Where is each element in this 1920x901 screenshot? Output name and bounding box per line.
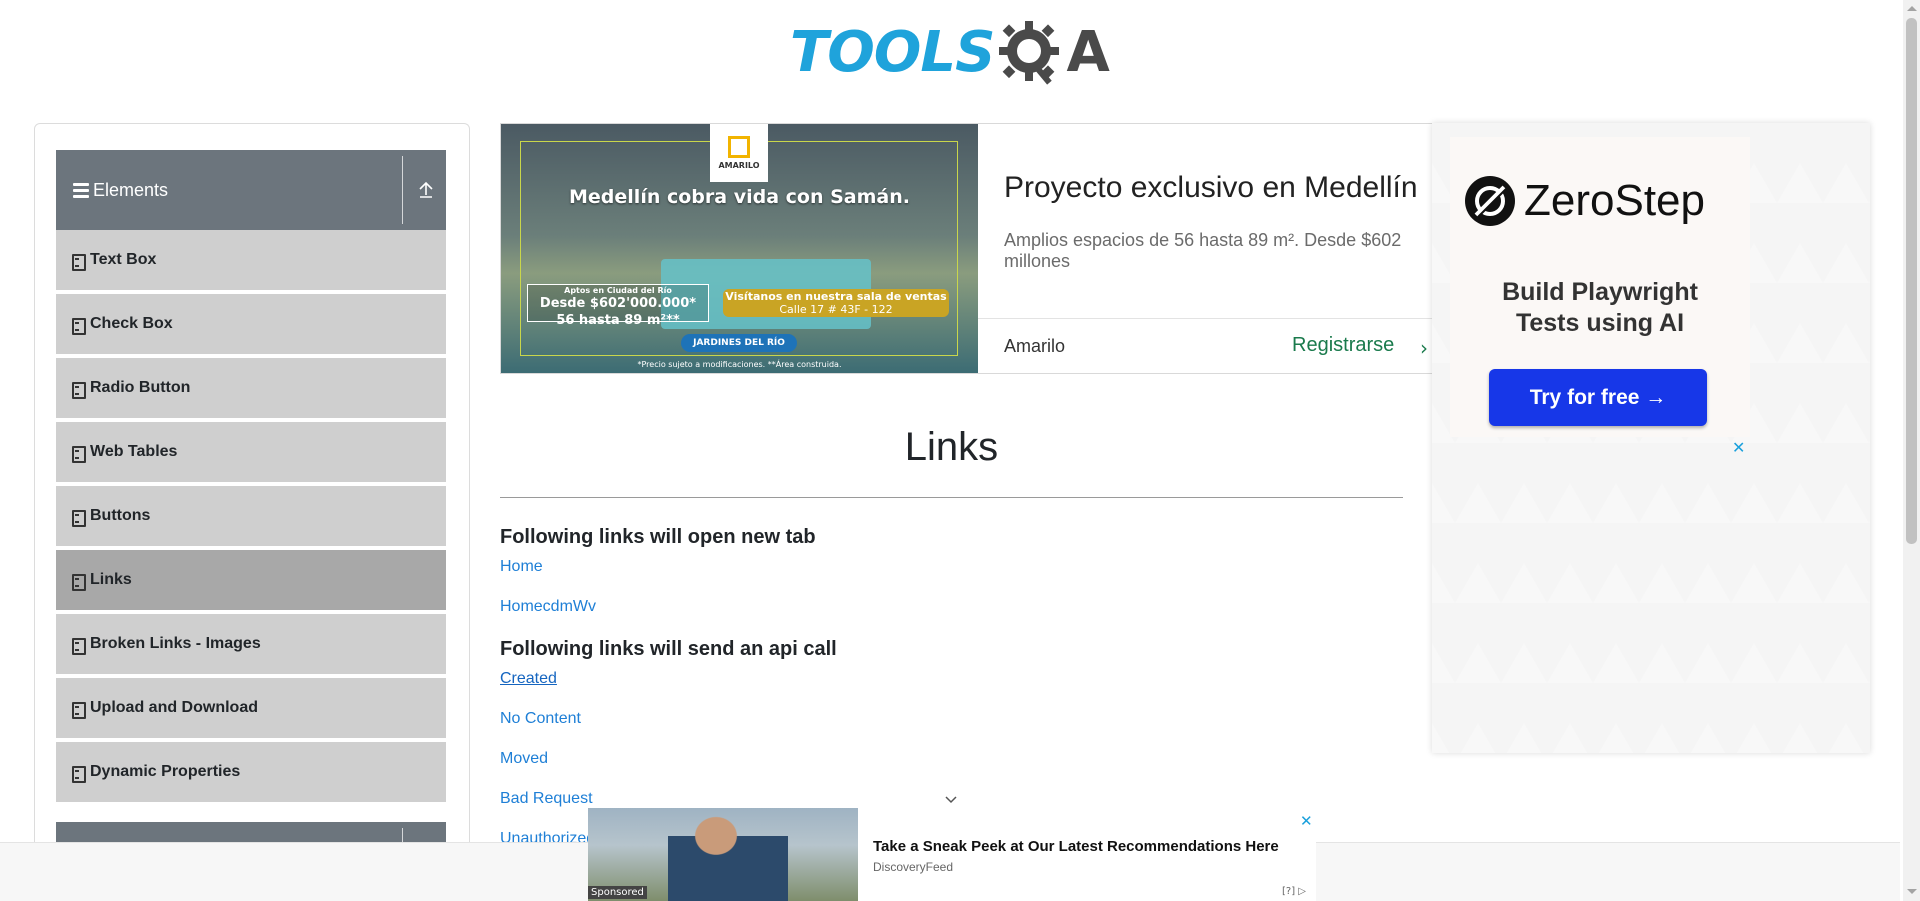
- link-created[interactable]: Created: [500, 670, 557, 688]
- ad-info-icon[interactable]: [?] ▷: [1282, 886, 1306, 897]
- banner-ad-title[interactable]: Proyecto exclusivo en Medellín: [1004, 171, 1418, 205]
- banner-headline: Medellín cobra vida con Samán.: [569, 186, 910, 208]
- visit-box: Visítanos en nuestra sala de ventas Call…: [723, 289, 949, 317]
- zerostep-tagline-line1: Build Playwright: [1502, 278, 1698, 306]
- zerostep-logo: ZeroStep: [1464, 175, 1705, 227]
- link-no-content[interactable]: No Content: [500, 710, 581, 728]
- sponsored-label: Sponsored: [588, 886, 647, 899]
- sidebar-item-label: Radio Button: [90, 379, 191, 396]
- sidebar-item-upload-download[interactable]: Upload and Download: [56, 678, 446, 740]
- amarilo-logo: AMARILO: [710, 124, 768, 182]
- sidebar-item-label: Links: [90, 571, 132, 588]
- html5-icon: [72, 317, 86, 335]
- sidebar-item-check-box[interactable]: Check Box: [56, 294, 446, 356]
- page-root: TOOLS A Elements Text Box Check Box Radi…: [0, 0, 1920, 901]
- title-divider: [500, 497, 1403, 498]
- zerostep-tagline-line2: Tests using AI: [1515, 309, 1685, 337]
- html5-icon: [72, 573, 86, 591]
- left-panel: Elements Text Box Check Box Radio Button…: [34, 123, 470, 901]
- chevron-right-icon[interactable]: ›: [1420, 336, 1428, 360]
- logo-letter-a: A: [1066, 19, 1110, 85]
- chevron-down-icon[interactable]: [944, 793, 958, 807]
- ad-info-label: [?]: [1282, 886, 1296, 897]
- logo-text: TOOLS: [790, 19, 995, 85]
- html5-icon: [72, 765, 86, 783]
- html5-icon: [72, 637, 86, 655]
- sidebar-item-label: Broken Links - Images: [90, 635, 261, 652]
- zerostep-logo-icon: [1465, 176, 1515, 226]
- html5-icon: [72, 253, 86, 271]
- ad-thumbnail[interactable]: Sponsored: [588, 808, 858, 901]
- jardines-pill: JARDINES DEL RÍO: [681, 334, 797, 352]
- sidebar-item-label: Check Box: [90, 315, 173, 332]
- sidebar-item-dynamic-properties[interactable]: Dynamic Properties: [56, 742, 446, 804]
- amarilo-logo-mark: [728, 136, 750, 158]
- section-heading-api-call: Following links will send an api call: [500, 638, 837, 660]
- hiker-graphic: [668, 808, 788, 901]
- banner-divider: [978, 318, 1436, 319]
- close-icon[interactable]: ✕: [1300, 812, 1313, 830]
- zerostep-tagline: Build Playwright Tests using AI: [1450, 277, 1750, 339]
- sidebar-item-label: Web Tables: [90, 443, 178, 460]
- right-sidebar-ad[interactable]: ZeroStep Build Playwright Tests using AI…: [1432, 123, 1870, 753]
- price-box-caption: Aptos en Ciudad del Río: [564, 286, 672, 295]
- close-icon[interactable]: ✕: [1732, 440, 1746, 456]
- link-bad-request[interactable]: Bad Request: [500, 790, 593, 808]
- ad-headline[interactable]: Take a Sneak Peek at Our Latest Recommen…: [873, 838, 1279, 855]
- sidebar-item-label: Buttons: [90, 507, 151, 524]
- sidebar-item-links[interactable]: Links: [56, 550, 446, 612]
- banner-ad-description: Amplios espacios de 56 hasta 89 m². Desd…: [1004, 230, 1402, 271]
- sidebar-item-label: Dynamic Properties: [90, 763, 241, 780]
- scroll-down-arrow-icon[interactable]: [1907, 889, 1917, 894]
- section-heading-new-tab: Following links will open new tab: [500, 526, 816, 548]
- sidebar-item-radio-button[interactable]: Radio Button: [56, 358, 446, 420]
- visit-box-line2: Calle 17 # 43F - 122: [779, 303, 893, 316]
- group-title: Elements: [93, 179, 169, 200]
- header-divider: [402, 156, 403, 224]
- try-for-free-button[interactable]: Try for free →: [1489, 369, 1707, 426]
- html5-icon: [72, 381, 86, 399]
- visit-box-line1: Visítanos en nuestra sala de ventas: [725, 290, 947, 303]
- zerostep-card[interactable]: ZeroStep Build Playwright Tests using AI…: [1450, 137, 1750, 437]
- link-home[interactable]: Home: [500, 558, 543, 576]
- price-box-line1: Desde $602'000.000*: [539, 296, 697, 311]
- bottom-sticky-ad[interactable]: Sponsored Take a Sneak Peek at Our Lates…: [588, 808, 1316, 901]
- sidebar-item-label: Upload and Download: [90, 699, 258, 716]
- banner-ad[interactable]: AMARILO Medellín cobra vida con Samán. A…: [500, 123, 1436, 374]
- banner-ad-image[interactable]: AMARILO Medellín cobra vida con Samán. A…: [501, 124, 978, 373]
- collapse-arrow-icon[interactable]: [416, 180, 436, 200]
- zerostep-brand: ZeroStep: [1524, 176, 1705, 225]
- register-link[interactable]: Registrarse: [1292, 334, 1394, 357]
- group-header-elements[interactable]: Elements: [56, 150, 446, 230]
- scroll-up-arrow-icon[interactable]: [1907, 6, 1917, 11]
- page-scrollbar[interactable]: [1903, 0, 1920, 901]
- scrollbar-thumb[interactable]: [1906, 18, 1917, 544]
- sidebar-item-label: Text Box: [90, 251, 157, 268]
- html5-icon: [72, 701, 86, 719]
- menu-icon: [73, 182, 89, 198]
- page-title: Links: [904, 425, 999, 469]
- html5-icon: [72, 509, 86, 527]
- gear-icon: [999, 21, 1060, 85]
- banner-ad-text[interactable]: Proyecto exclusivo en Medellín Amplios e…: [978, 124, 1436, 373]
- link-home-dynamic[interactable]: HomecdmWv: [500, 598, 596, 616]
- html5-icon: [72, 445, 86, 463]
- amarilo-logo-text: AMARILO: [718, 161, 760, 170]
- sidebar-item-text-box[interactable]: Text Box: [56, 230, 446, 292]
- sidebar-item-buttons[interactable]: Buttons: [56, 486, 446, 548]
- ad-source: DiscoveryFeed: [873, 860, 954, 874]
- sidebar-item-broken-links[interactable]: Broken Links - Images: [56, 614, 446, 676]
- price-box-line2: 56 hasta 89 m²**: [556, 313, 680, 328]
- price-box: Aptos en Ciudad del Río Desde $602'000.0…: [527, 284, 709, 328]
- link-moved[interactable]: Moved: [500, 750, 548, 768]
- banner-footnote: *Precio sujeto a modificaciones. **Área …: [637, 360, 842, 369]
- banner-advertiser: Amarilo: [1004, 336, 1066, 356]
- sidebar-item-web-tables[interactable]: Web Tables: [56, 422, 446, 484]
- toolsqa-logo[interactable]: TOOLS A: [790, 12, 1116, 92]
